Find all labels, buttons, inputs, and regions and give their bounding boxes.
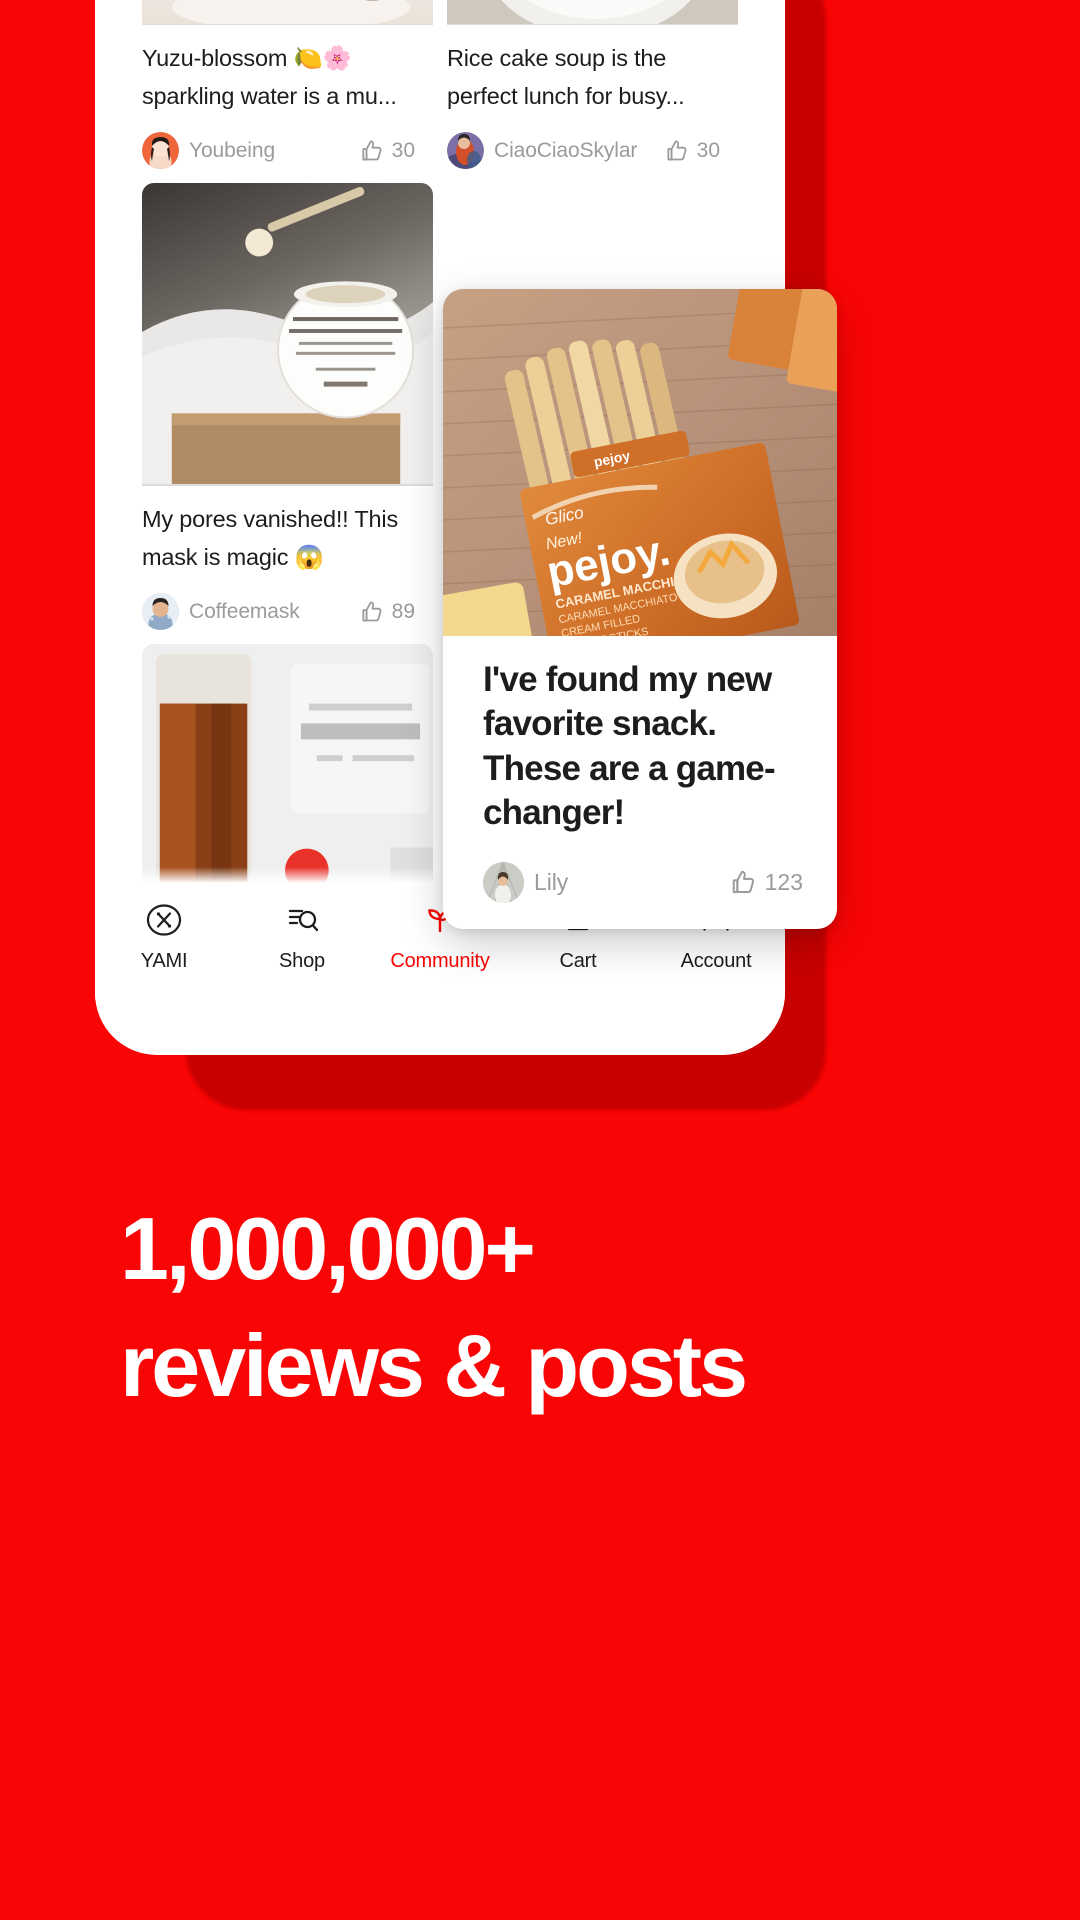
yami-logo-icon — [144, 899, 184, 941]
post-title: My pores vanished!! This mask is magic 😱 — [142, 506, 398, 571]
post-card-yuzu-blossom[interactable]: Yuzu-blossom 🍋🌸 sparkling water is a mu.… — [142, 0, 433, 170]
post-image-rice-cake-soup — [447, 0, 738, 25]
post-like-button[interactable]: 30 — [360, 138, 415, 163]
featured-post-like-button[interactable]: 123 — [730, 868, 803, 896]
post-like-button[interactable]: 30 — [665, 138, 720, 163]
post-title: Rice cake soup is the perfect lunch for … — [447, 45, 685, 110]
post-author[interactable]: Coffeemask — [142, 593, 300, 631]
tab-label: Account — [680, 950, 752, 972]
post-meta: Coffeemask 89 — [142, 593, 419, 631]
post-author-name: Youbeing — [189, 138, 276, 162]
thumbs-up-icon — [362, 601, 382, 622]
post-card-black-tea-mask[interactable]: My pores vanished!! This mask is magic 😱 — [142, 183, 433, 631]
featured-post-meta: Lily 123 — [483, 861, 805, 903]
featured-post-card[interactable]: Glico New! pejoy. CARAMEL MACCHIATO CARA… — [443, 289, 837, 929]
post-title: Yuzu-blossom 🍋🌸 sparkling water is a mu.… — [142, 45, 397, 110]
post-image-face-mask — [142, 183, 433, 487]
headline-line-2: reviews & posts — [120, 1316, 748, 1416]
headline-line-1: 1,000,000+ — [120, 1199, 536, 1298]
post-author[interactable]: Youbeing — [142, 132, 276, 170]
tab-label: Community — [390, 950, 490, 972]
avatar-youbeing — [142, 132, 179, 170]
avatar-coffeemask — [142, 593, 179, 631]
marketing-headline: 1,000,000+ reviews & posts — [0, 1190, 1080, 1424]
avatar-lily — [483, 861, 524, 903]
thumbs-up-icon — [732, 871, 754, 894]
thumbs-up-icon — [667, 140, 687, 161]
featured-post-like-count: 123 — [764, 868, 803, 895]
post-image-pejoy: Glico New! pejoy. CARAMEL MACCHIATO CARA… — [443, 289, 837, 636]
featured-post-author[interactable]: Lily — [483, 861, 569, 903]
featured-post-author-name: Lily — [534, 868, 569, 895]
post-author-name: CiaoCiaoSkylar — [494, 138, 638, 162]
post-card-super-coffee[interactable] — [142, 644, 433, 895]
post-meta: CiaoCiaoSkylar 30 — [447, 132, 724, 170]
avatar-ciaociaoskylar — [447, 132, 484, 170]
tab-shop[interactable]: Shop — [233, 899, 371, 973]
post-image-iced-coffee — [142, 644, 433, 895]
tab-label: Cart — [559, 950, 597, 972]
feed-column-left: Yuzu-blossom 🍋🌸 sparkling water is a mu.… — [142, 0, 433, 908]
post-like-button[interactable]: 89 — [360, 599, 415, 624]
thumbs-up-icon — [362, 140, 382, 161]
post-meta: Youbeing 30 — [142, 132, 419, 170]
post-like-count: 30 — [696, 138, 720, 162]
tab-label: Shop — [279, 950, 325, 972]
tab-label: YAMI — [140, 950, 188, 972]
tab-yami[interactable]: YAMI — [95, 899, 233, 973]
post-like-count: 30 — [391, 138, 415, 162]
post-card-rice-cake-soup[interactable]: Rice cake soup is the perfect lunch for … — [447, 0, 738, 170]
post-like-count: 89 — [391, 599, 415, 623]
featured-post-title: I've found my new favorite snack. These … — [483, 660, 776, 833]
search-filter-icon — [282, 899, 322, 941]
post-author[interactable]: CiaoCiaoSkylar — [447, 132, 638, 170]
post-author-name: Coffeemask — [189, 599, 300, 623]
post-image-sparkling-water — [142, 0, 433, 25]
